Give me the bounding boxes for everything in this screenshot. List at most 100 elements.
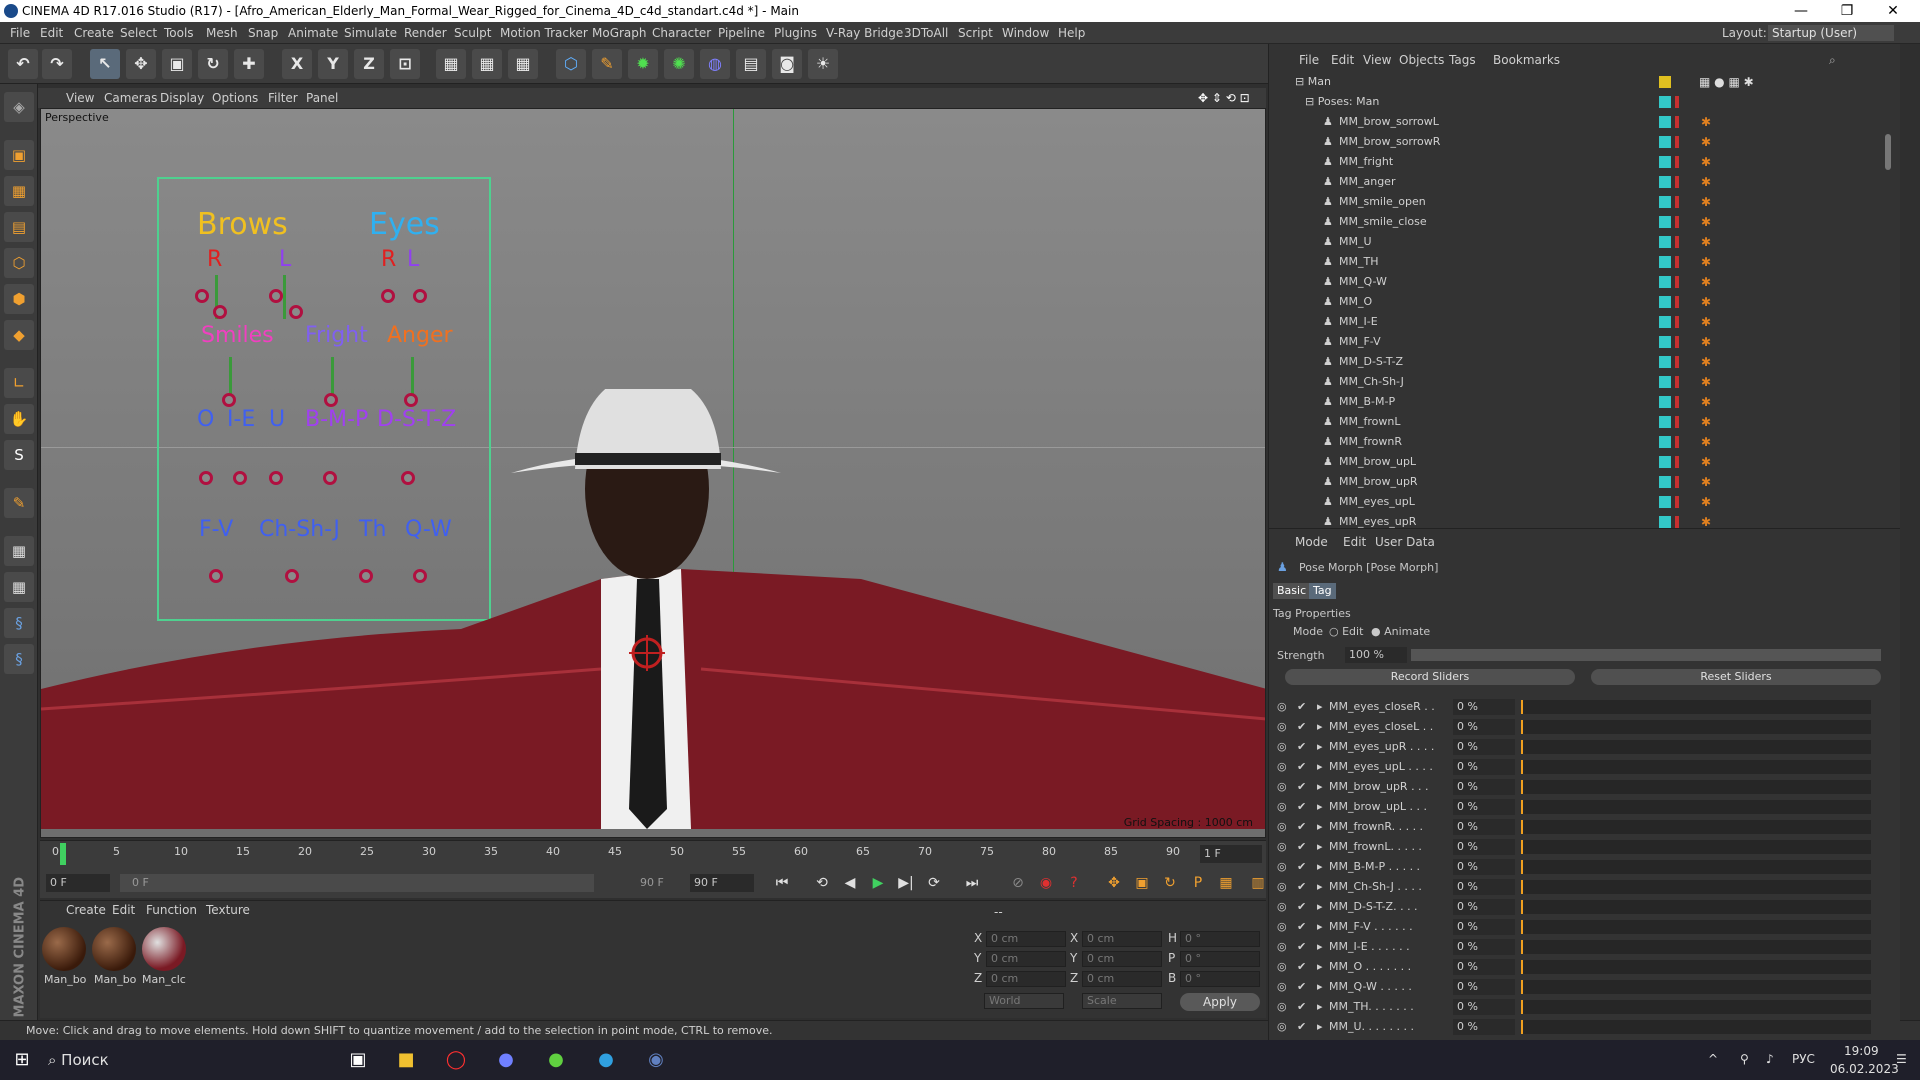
x-axis-lock-button[interactable]: X bbox=[282, 49, 312, 79]
expand-arrow-icon[interactable]: ▸ bbox=[1317, 1017, 1323, 1037]
brow-r-slider-2[interactable] bbox=[213, 305, 227, 319]
morph-slider-row[interactable]: ◎ ✔ ▸ MM_Ch-Sh-J . . . . 0 % bbox=[1269, 877, 1881, 897]
python-icon[interactable]: § bbox=[4, 608, 34, 638]
slider-value-field[interactable]: 0 % bbox=[1453, 899, 1515, 915]
visibility-dot[interactable] bbox=[1675, 476, 1679, 488]
telegram-icon[interactable]: ● bbox=[586, 1044, 626, 1076]
slider-track[interactable] bbox=[1521, 740, 1871, 754]
tree-row-pose[interactable]: ♟ MM_B-M-P ✱ bbox=[1269, 392, 1881, 412]
next-key-button[interactable]: ⟳ bbox=[922, 871, 946, 895]
morph-slider-row[interactable]: ◎ ✔ ▸ MM_U. . . . . . . . 0 % bbox=[1269, 1017, 1881, 1037]
character-model[interactable] bbox=[41, 389, 1266, 838]
grid-lock-icon[interactable]: ▦ bbox=[4, 536, 34, 566]
tree-row-pose[interactable]: ♟ MM_anger ✱ bbox=[1269, 172, 1881, 192]
pose-tag-icon[interactable]: ✱ bbox=[1701, 415, 1713, 429]
slider-track[interactable] bbox=[1521, 720, 1871, 734]
texture-mode-icon[interactable]: ▦ bbox=[4, 176, 34, 206]
morph-slider-row[interactable]: ◎ ✔ ▸ MM_B-M-P . . . . . 0 % bbox=[1269, 857, 1881, 877]
volume-icon[interactable]: ♪ bbox=[1766, 1052, 1774, 1066]
slider-track[interactable] bbox=[1521, 880, 1871, 894]
pose-tag-icon[interactable]: ✱ bbox=[1701, 495, 1713, 509]
menu-plugins[interactable]: Plugins bbox=[774, 22, 817, 44]
enable-checkbox[interactable]: ✔ bbox=[1297, 937, 1306, 957]
pos-x-field[interactable]: 0 cm bbox=[986, 931, 1066, 947]
animate-dot-icon[interactable]: ◎ bbox=[1277, 877, 1287, 897]
enable-checkbox[interactable]: ✔ bbox=[1297, 977, 1306, 997]
redo-icon[interactable]: ↷ bbox=[42, 49, 72, 79]
previous-key-button[interactable]: ⟲ bbox=[810, 871, 834, 895]
expand-arrow-icon[interactable]: ▸ bbox=[1317, 717, 1323, 737]
visibility-dot[interactable] bbox=[1675, 196, 1679, 208]
animate-dot-icon[interactable]: ◎ bbox=[1277, 937, 1287, 957]
menu-snap[interactable]: Snap bbox=[248, 22, 278, 44]
strength-slider[interactable] bbox=[1411, 649, 1881, 661]
taskbar-search[interactable]: ⌕ Поиск bbox=[48, 1046, 258, 1074]
close-button[interactable]: ✕ bbox=[1870, 0, 1916, 22]
morph-slider-row[interactable]: ◎ ✔ ▸ MM_brow_upR . . . 0 % bbox=[1269, 777, 1881, 797]
animate-dot-icon[interactable]: ◎ bbox=[1277, 977, 1287, 997]
enable-checkbox[interactable]: ✔ bbox=[1297, 777, 1306, 797]
apply-button[interactable]: Apply bbox=[1180, 993, 1260, 1011]
make-editable-icon[interactable]: ◈ bbox=[4, 92, 34, 122]
viewport-menu-panel[interactable]: Panel bbox=[306, 88, 338, 108]
timeline-window-icon[interactable]: ▥ bbox=[1246, 871, 1270, 895]
key-position-icon[interactable]: ✥ bbox=[1102, 871, 1126, 895]
camera-icon[interactable]: ◙ bbox=[772, 49, 802, 79]
layout-dropdown[interactable]: Startup (User) bbox=[1768, 25, 1894, 41]
expand-arrow-icon[interactable]: ▸ bbox=[1317, 997, 1323, 1017]
morph-slider-row[interactable]: ◎ ✔ ▸ MM_O . . . . . . . 0 % bbox=[1269, 957, 1881, 977]
menu-tools[interactable]: Tools bbox=[164, 22, 194, 44]
pose-tag-icon[interactable]: ✱ bbox=[1701, 295, 1713, 309]
enable-checkbox[interactable]: ✔ bbox=[1297, 757, 1306, 777]
undo-icon[interactable]: ↶ bbox=[8, 49, 38, 79]
slider-track[interactable] bbox=[1521, 860, 1871, 874]
pose-tag-icon[interactable]: ✱ bbox=[1701, 195, 1713, 209]
coordinate-system-icon[interactable]: ⊡ bbox=[390, 49, 420, 79]
timeline-ruler[interactable]: 0 5 10 15 20 25 30 35 40 45 50 55 60 65 … bbox=[40, 840, 1266, 868]
start-frame-field[interactable]: 0 F bbox=[46, 874, 110, 892]
play-button[interactable]: ▶ bbox=[866, 871, 890, 895]
morph-slider-row[interactable]: ◎ ✔ ▸ MM_eyes_upL . . . . 0 % bbox=[1269, 757, 1881, 777]
pos-z-field[interactable]: 0 cm bbox=[986, 971, 1066, 987]
animate-dot-icon[interactable]: ◎ bbox=[1277, 897, 1287, 917]
animate-dot-icon[interactable]: ◎ bbox=[1277, 1017, 1287, 1037]
objects-menu-tags[interactable]: Tags bbox=[1449, 50, 1476, 70]
language-indicator[interactable]: РУС bbox=[1792, 1052, 1815, 1066]
render-view-icon[interactable]: ▦ bbox=[436, 49, 466, 79]
size-x-field[interactable]: 0 cm bbox=[1082, 931, 1162, 947]
grid-snap-icon[interactable]: ▦ bbox=[4, 572, 34, 602]
menu-pipeline[interactable]: Pipeline bbox=[718, 22, 765, 44]
visibility-dot[interactable] bbox=[1675, 176, 1679, 188]
eye-l-slider[interactable] bbox=[413, 289, 427, 303]
viewport-menu-cameras[interactable]: Cameras bbox=[104, 88, 157, 108]
animate-dot-icon[interactable]: ◎ bbox=[1277, 797, 1287, 817]
enable-checkbox[interactable]: ✔ bbox=[1297, 877, 1306, 897]
morph-slider-row[interactable]: ◎ ✔ ▸ MM_TH. . . . . . . 0 % bbox=[1269, 997, 1881, 1017]
tree-row-pose[interactable]: ♟ MM_eyes_upL ✱ bbox=[1269, 492, 1881, 512]
animate-dot-icon[interactable]: ◎ bbox=[1277, 957, 1287, 977]
animate-dot-icon[interactable]: ◎ bbox=[1277, 997, 1287, 1017]
menu-animate[interactable]: Animate bbox=[288, 22, 338, 44]
discord-icon[interactable]: ● bbox=[486, 1044, 526, 1076]
clock-time[interactable]: 19:09 bbox=[1844, 1044, 1879, 1058]
enable-checkbox[interactable]: ✔ bbox=[1297, 917, 1306, 937]
pose-tag-icon[interactable]: ✱ bbox=[1701, 115, 1713, 129]
expand-arrow-icon[interactable]: ▸ bbox=[1317, 917, 1323, 937]
expand-arrow-icon[interactable]: ▸ bbox=[1317, 737, 1323, 757]
notification-icon[interactable]: ☰ bbox=[1896, 1052, 1907, 1066]
perspective-viewport[interactable]: Perspective Brows Eyes R L R L Smiles Fr… bbox=[40, 108, 1266, 838]
slider-track[interactable] bbox=[1521, 1000, 1871, 1014]
slider-value-field[interactable]: 0 % bbox=[1453, 959, 1515, 975]
rotate-icon[interactable]: ↻ bbox=[198, 49, 228, 79]
rot-p-field[interactable]: 0 ° bbox=[1180, 951, 1260, 967]
pose-tag-icon[interactable]: ✱ bbox=[1701, 455, 1713, 469]
cube-icon[interactable]: ⬡ bbox=[556, 49, 586, 79]
enable-checkbox[interactable]: ✔ bbox=[1297, 837, 1306, 857]
key-rotation-icon[interactable]: ↻ bbox=[1158, 871, 1182, 895]
animate-dot-icon[interactable]: ◎ bbox=[1277, 737, 1287, 757]
visibility-dot[interactable] bbox=[1675, 516, 1679, 528]
menu-edit[interactable]: Edit bbox=[40, 22, 63, 44]
tree-row-pose[interactable]: ♟ MM_D-S-T-Z ✱ bbox=[1269, 352, 1881, 372]
animate-dot-icon[interactable]: ◎ bbox=[1277, 697, 1287, 717]
light-icon[interactable]: ☀ bbox=[808, 49, 838, 79]
